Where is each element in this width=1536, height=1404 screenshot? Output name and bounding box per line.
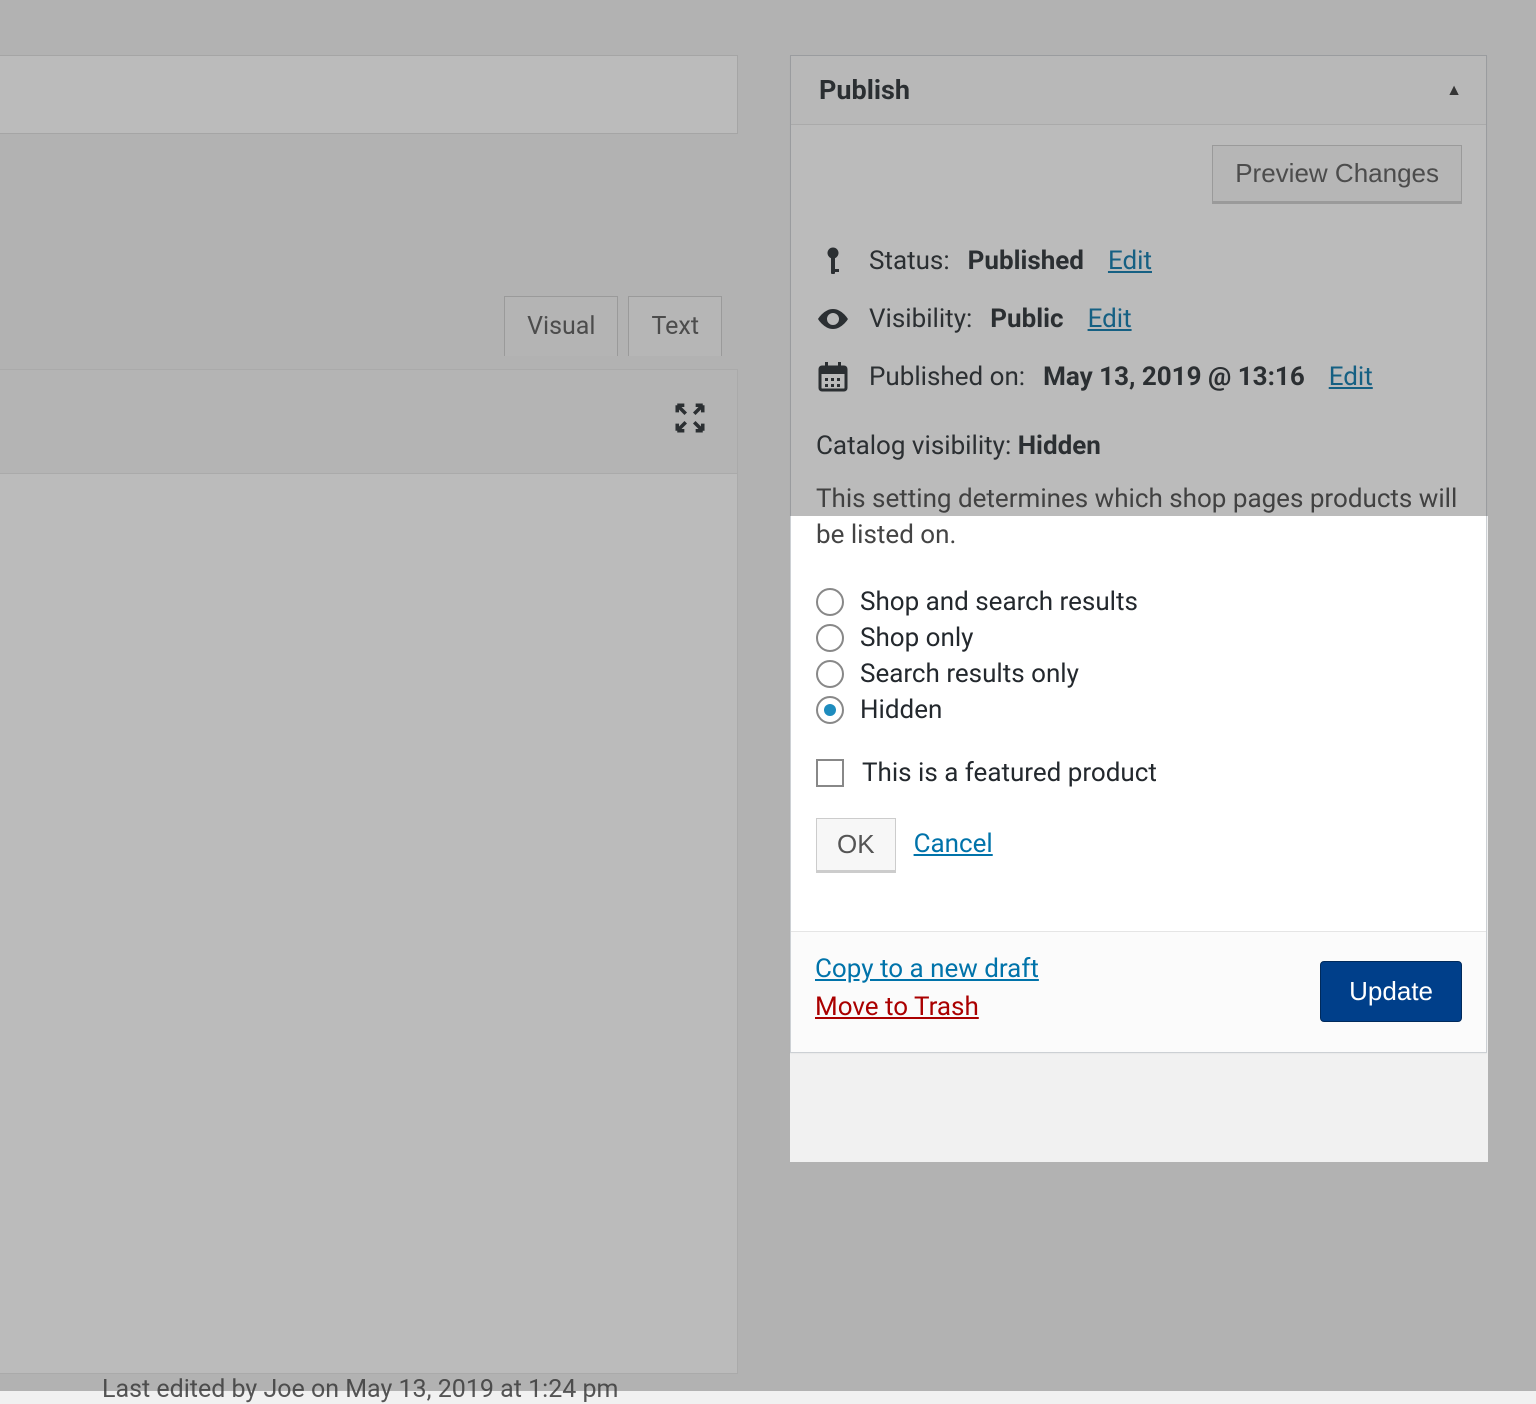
key-icon	[815, 246, 851, 276]
cancel-link[interactable]: Cancel	[914, 829, 993, 859]
radio-icon[interactable]	[816, 624, 844, 652]
published-on-label: Published on:	[869, 362, 1025, 392]
post-title-input[interactable]	[0, 55, 738, 134]
publish-metabox: Publish ▲ Preview Changes Status: Publis…	[790, 55, 1487, 1053]
status-edit-link[interactable]: Edit	[1108, 246, 1152, 276]
publish-header[interactable]: Publish ▲	[791, 56, 1486, 125]
radio-icon[interactable]	[816, 660, 844, 688]
fullscreen-icon[interactable]	[673, 401, 707, 442]
catalog-visibility-label: Catalog visibility:	[816, 431, 1011, 461]
published-on-row: Published on: May 13, 2019 @ 13:16 Edit	[815, 348, 1462, 406]
catalog-visibility-actions: OK Cancel	[816, 818, 1461, 871]
editor-area	[0, 55, 738, 134]
status-row: Status: Published Edit	[815, 232, 1462, 290]
catalog-option-label: Shop only	[860, 623, 973, 653]
publish-body: Preview Changes Status: Published Edit	[791, 125, 1486, 931]
catalog-visibility-heading: Catalog visibility: Hidden	[816, 431, 1461, 461]
status-value: Published	[968, 246, 1084, 276]
catalog-option-label: Hidden	[860, 695, 942, 725]
featured-product-row[interactable]: This is a featured product	[816, 758, 1461, 788]
catalog-visibility-options: Shop and search results Shop only Search…	[816, 584, 1461, 728]
visibility-edit-link[interactable]: Edit	[1088, 304, 1132, 334]
catalog-option-search-only[interactable]: Search results only	[816, 656, 1461, 692]
published-on-value: May 13, 2019 @ 13:16	[1043, 362, 1305, 392]
tab-text[interactable]: Text	[628, 296, 722, 356]
calendar-icon	[815, 362, 851, 392]
preview-row: Preview Changes	[815, 145, 1462, 202]
ok-button[interactable]: OK	[816, 818, 896, 871]
move-to-trash-link[interactable]: Move to Trash	[815, 992, 1039, 1022]
publish-footer: Copy to a new draft Move to Trash Update	[791, 931, 1486, 1052]
radio-icon[interactable]	[816, 696, 844, 724]
checkbox-icon[interactable]	[816, 759, 844, 787]
visibility-label: Visibility:	[869, 304, 972, 334]
preview-changes-button[interactable]: Preview Changes	[1212, 145, 1462, 202]
publish-title: Publish	[819, 74, 910, 106]
editor-tabs: Visual Text	[0, 296, 738, 356]
copy-to-new-draft-link[interactable]: Copy to a new draft	[815, 954, 1039, 984]
catalog-option-hidden[interactable]: Hidden	[816, 692, 1461, 728]
last-edited-text: Last edited by Joe on May 13, 2019 at 1:…	[102, 1375, 618, 1404]
radio-icon[interactable]	[816, 588, 844, 616]
catalog-visibility-value: Hidden	[1018, 431, 1101, 461]
collapse-icon[interactable]: ▲	[1446, 80, 1462, 100]
footer-links: Copy to a new draft Move to Trash	[815, 954, 1039, 1022]
editor-content[interactable]	[0, 474, 738, 1374]
status-label: Status:	[869, 246, 950, 276]
featured-product-label: This is a featured product	[862, 758, 1157, 788]
catalog-option-label: Shop and search results	[860, 587, 1138, 617]
catalog-option-shop-only[interactable]: Shop only	[816, 620, 1461, 656]
visibility-value: Public	[990, 304, 1063, 334]
catalog-option-label: Search results only	[860, 659, 1079, 689]
catalog-option-shop-and-search[interactable]: Shop and search results	[816, 584, 1461, 620]
catalog-visibility-panel: Catalog visibility: Hidden This setting …	[791, 406, 1486, 906]
editor-toolbar	[0, 369, 738, 474]
eye-icon	[815, 309, 851, 329]
visibility-row: Visibility: Public Edit	[815, 290, 1462, 348]
tab-visual[interactable]: Visual	[504, 296, 618, 356]
update-button[interactable]: Update	[1320, 961, 1462, 1022]
published-on-edit-link[interactable]: Edit	[1329, 362, 1373, 392]
catalog-visibility-description: This setting determines which shop pages…	[816, 481, 1461, 554]
